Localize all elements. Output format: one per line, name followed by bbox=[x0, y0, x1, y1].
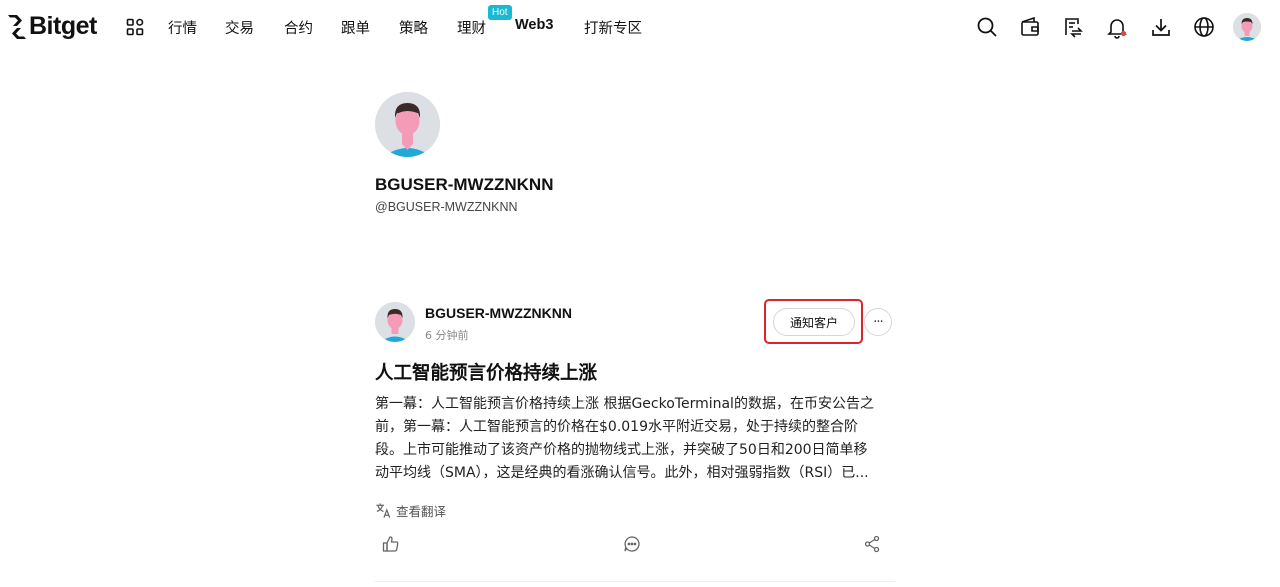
post-body-line: 段。上市可能推动了该资产价格的抛物线式上涨，并突破了50日和200日简单移 bbox=[375, 442, 868, 458]
top-navbar: Bitget 行情 交易 合约 跟单 策略 理财 Hot Web3 打新专区 bbox=[0, 0, 1280, 54]
nav-item-strategy[interactable]: 策略 bbox=[399, 17, 428, 38]
like-icon[interactable] bbox=[382, 535, 400, 553]
bitget-logo-mark-icon bbox=[8, 14, 26, 39]
profile-handle: @BGUSER-MWZZNKNN bbox=[375, 200, 518, 214]
post-title[interactable]: 人工智能预言价格持续上涨 bbox=[375, 359, 597, 385]
profile-name: BGUSER-MWZZNKNN bbox=[375, 175, 554, 194]
bitget-logo[interactable]: Bitget bbox=[6, 12, 97, 41]
comment-icon[interactable] bbox=[623, 535, 641, 553]
nav-item-trade[interactable]: 交易 bbox=[225, 17, 254, 38]
nav-item-launchpad[interactable]: 打新专区 bbox=[584, 17, 642, 38]
translate-icon bbox=[376, 503, 391, 518]
user-avatar[interactable] bbox=[1233, 13, 1261, 41]
post-body-line: 第一幕：人工智能预言价格持续上涨 根据GeckoTerminal的数据，在币安公… bbox=[375, 396, 874, 412]
wallet-icon[interactable] bbox=[1018, 15, 1042, 39]
post-body-line: 动平均线（SMA），这是经典的看涨确认信号。此外，相对强弱指数（RSI）已... bbox=[375, 465, 869, 481]
notify-customer-button[interactable]: 通知客户 bbox=[773, 308, 855, 336]
post-author-avatar[interactable] bbox=[375, 302, 415, 342]
nav-item-earn[interactable]: 理财 bbox=[457, 17, 486, 38]
post-timestamp: 6 分钟前 bbox=[425, 329, 469, 342]
post-body[interactable]: 第一幕：人工智能预言价格持续上涨 根据GeckoTerminal的数据，在币安公… bbox=[375, 393, 887, 485]
brand-name: Bitget bbox=[29, 12, 97, 40]
nav-item-futures[interactable]: 合约 bbox=[284, 17, 313, 38]
nav-item-market[interactable]: 行情 bbox=[168, 17, 197, 38]
nav-item-copy-trading[interactable]: 跟单 bbox=[341, 17, 370, 38]
nav-item-web3[interactable]: Web3 bbox=[515, 17, 553, 33]
view-translation-label: 查看翻译 bbox=[396, 504, 447, 519]
profile-avatar bbox=[375, 92, 440, 157]
share-icon[interactable] bbox=[863, 535, 881, 553]
more-options-button[interactable]: ··· bbox=[864, 308, 892, 336]
bell-icon[interactable] bbox=[1105, 15, 1129, 39]
post-author-name[interactable]: BGUSER-MWZZNKNN bbox=[425, 305, 572, 321]
globe-icon[interactable] bbox=[1192, 15, 1216, 39]
download-icon[interactable] bbox=[1149, 15, 1173, 39]
view-translation-button[interactable]: 查看翻译 bbox=[375, 501, 446, 520]
post-divider bbox=[375, 581, 895, 582]
orders-icon[interactable] bbox=[1061, 15, 1085, 39]
apps-grid-icon[interactable] bbox=[126, 18, 144, 36]
search-icon[interactable] bbox=[975, 15, 999, 39]
hot-badge: Hot bbox=[488, 5, 512, 20]
post-body-line: 前，第一幕：人工智能预言的价格在$0.019水平附近交易，处于持续的整合阶 bbox=[375, 419, 858, 435]
